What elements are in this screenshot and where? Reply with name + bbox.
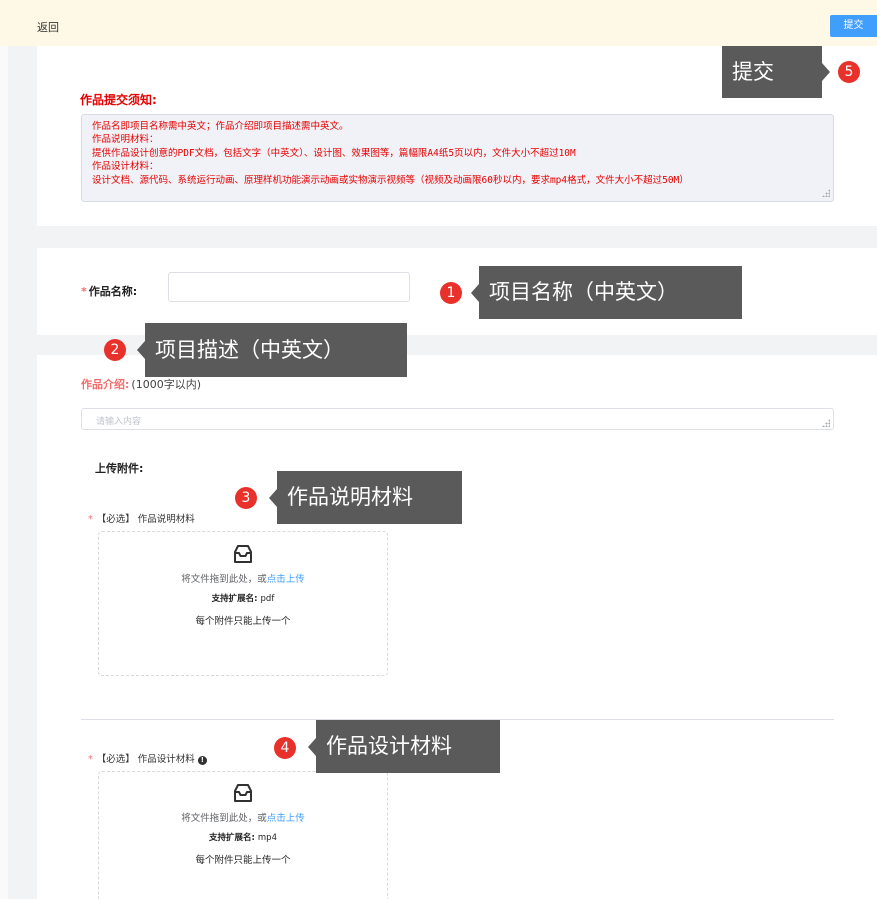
click-upload-link[interactable]: 点击上传: [267, 574, 305, 585]
notice-line: 作品设计材料：: [92, 161, 159, 173]
notice-title: 作品提交须知:: [80, 93, 157, 107]
intro-textarea[interactable]: 请输入内容: [81, 408, 834, 430]
extension-hint: 支持扩展名: pdf: [211, 594, 275, 604]
design-dropzone[interactable]: 将文件拖到此处，或点击上传 支持扩展名: mp4 每个附件只能上传一个: [98, 771, 388, 899]
design-upload-label: * 【必选】 作品设计材料 !: [88, 751, 207, 765]
left-strip: [0, 46, 8, 899]
annotation-badge-3: 3: [235, 487, 257, 509]
back-link[interactable]: 返回: [37, 19, 59, 35]
explain-upload-label: * 【必选】 作品说明材料: [88, 514, 195, 525]
click-upload-link[interactable]: 点击上传: [267, 813, 305, 824]
intro-label: 作品介绍: (1000字以内): [81, 378, 201, 391]
intro-placeholder: 请输入内容: [96, 417, 142, 427]
annotation-badge-2: 2: [104, 339, 126, 361]
inbox-icon: [234, 784, 252, 802]
notice-line: 设计文档、源代码、系统运行动画、原理样机功能演示动画或实物演示视频等（视频及动画…: [92, 174, 689, 186]
resize-grip-icon[interactable]: [822, 419, 830, 427]
name-input[interactable]: [168, 272, 410, 302]
notice-line: 作品说明材料：: [92, 134, 159, 146]
notice-textarea[interactable]: 作品名即项目名称需中英文；作品介绍即项目描述需中英文。 作品说明材料： 提供作品…: [81, 114, 834, 202]
annotation-callout-4: 作品设计材料: [308, 720, 500, 773]
annotation-callout-1: 项目名称（中英文）: [471, 266, 742, 319]
annotation-callout-5: 提交: [722, 46, 830, 98]
one-file-hint: 每个附件只能上传一个: [195, 616, 291, 627]
submit-button[interactable]: 提交: [830, 15, 877, 37]
annotation-badge-4: 4: [274, 737, 296, 759]
attachments-label: 上传附件:: [95, 462, 144, 475]
intro-hint: (1000字以内): [131, 378, 201, 391]
drop-text: 将文件拖到此处，或点击上传: [181, 574, 305, 585]
annotation-callout-2: 项目描述（中英文）: [137, 323, 407, 377]
annotation-badge-1: 1: [440, 282, 462, 304]
top-bar: 返回 提交: [0, 0, 877, 46]
notice-line: 提供作品设计创意的PDF文档，包括文字（中英文）、设计图、效果图等，篇幅限A4纸…: [92, 147, 576, 159]
inbox-icon: [234, 545, 252, 563]
extension-hint: 支持扩展名: mp4: [209, 833, 277, 843]
explain-dropzone[interactable]: 将文件拖到此处，或点击上传 支持扩展名: pdf 每个附件只能上传一个: [98, 531, 388, 676]
annotation-callout-3: 作品说明材料: [269, 471, 462, 524]
notice-line: 作品名即项目名称需中英文；作品介绍即项目描述需中英文。: [92, 121, 349, 132]
annotation-badge-5: 5: [838, 61, 860, 83]
drop-text: 将文件拖到此处，或点击上传: [181, 813, 305, 824]
info-icon[interactable]: !: [197, 756, 207, 765]
resize-grip-icon[interactable]: [822, 189, 830, 197]
name-label: * 作品名称:: [81, 285, 138, 298]
one-file-hint: 每个附件只能上传一个: [195, 855, 291, 866]
